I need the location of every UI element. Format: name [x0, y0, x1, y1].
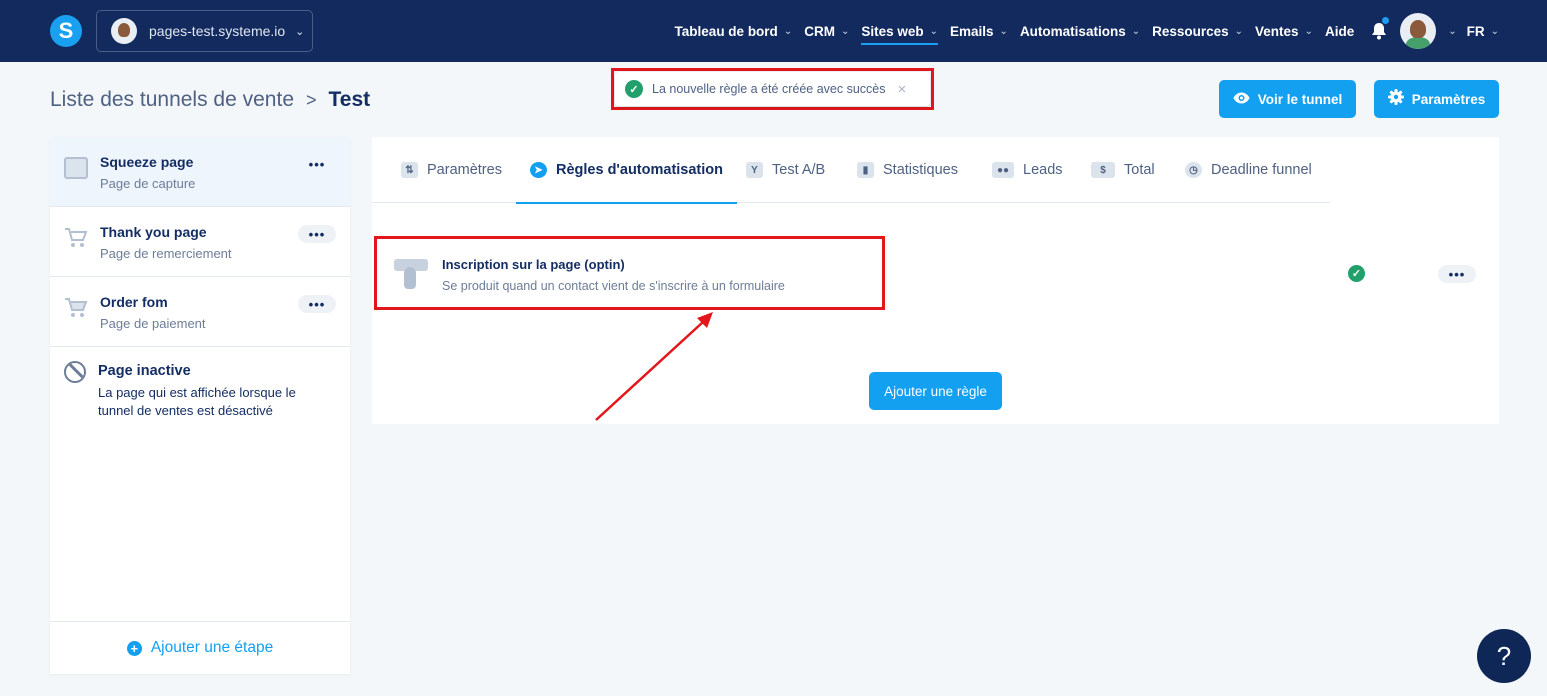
inactive-page-description: La page qui est affichée lorsque le tunn…	[98, 385, 296, 418]
site-selector[interactable]: pages-test.systeme.io ⌄	[96, 10, 313, 52]
people-icon: ●●	[992, 162, 1014, 178]
systeme-logo[interactable]: S	[50, 15, 82, 47]
step-thank-you-page[interactable]: Thank you page Page de remerciement •••	[50, 207, 350, 277]
bolt-icon: ➤	[530, 162, 547, 178]
gear-icon	[1387, 89, 1404, 109]
step-order-form[interactable]: Order fom Page de paiement •••	[50, 277, 350, 347]
tab-parametres[interactable]: ⇅ Paramètres	[401, 137, 502, 203]
breadcrumb: Liste des tunnels de vente > Test	[50, 88, 370, 112]
chevron-down-icon: ⌄	[1234, 25, 1244, 37]
check-circle-icon: ✓	[625, 80, 643, 98]
add-rule-button[interactable]: Ajouter une règle	[869, 372, 1002, 410]
step-menu-button[interactable]: •••	[298, 155, 336, 173]
chart-icon: ▮	[857, 162, 874, 178]
eye-icon	[1233, 91, 1250, 108]
add-step-button[interactable]: + Ajouter une étape	[50, 621, 350, 674]
help-chat-button[interactable]: ?	[1477, 629, 1531, 683]
cart-icon	[64, 297, 88, 319]
nav-ressources[interactable]: Ressources ⌄	[1152, 0, 1243, 62]
step-title: Squeeze page	[100, 154, 194, 170]
nav-tableau-de-bord[interactable]: Tableau de bord ⌄	[675, 0, 793, 62]
tab-statistiques[interactable]: ▮ Statistiques	[857, 137, 958, 203]
nav-automatisations[interactable]: Automatisations ⌄	[1020, 0, 1140, 62]
chevron-down-icon: ⌄	[1131, 25, 1141, 37]
step-subtitle: Page de capture	[100, 176, 196, 191]
funnel-detail-panel: ⇅ Paramètres ➤ Règles d'automatisation Y Te…	[372, 137, 1499, 424]
bell-icon[interactable]	[1368, 0, 1390, 62]
form-page-icon	[64, 157, 88, 179]
plus-circle-icon: +	[126, 640, 142, 656]
view-funnel-button[interactable]: Voir le tunnel	[1219, 80, 1356, 118]
step-subtitle: Page de remerciement	[100, 246, 232, 261]
tab-total[interactable]: $ Total	[1091, 137, 1155, 203]
step-subtitle: Page de paiement	[100, 316, 206, 331]
tab-test-ab[interactable]: Y Test A/B	[746, 137, 825, 203]
rule-highlight-box	[374, 236, 885, 310]
funnel-settings-button[interactable]: Paramètres	[1374, 80, 1499, 118]
tab-deadline-funnel[interactable]: ◷ Deadline funnel	[1185, 137, 1312, 203]
chevron-down-icon: ⌄	[999, 25, 1008, 37]
nav-ventes[interactable]: Ventes ⌄	[1255, 0, 1313, 62]
language-selector[interactable]: ⌄ FR ⌄	[1448, 0, 1499, 62]
step-title: Order fom	[100, 294, 168, 310]
main-nav: Tableau de bord ⌄ CRM ⌄ Sites web ⌄ Emails ⌄…	[663, 0, 1499, 62]
rule-description: Se produit quand un contact vient de s'i…	[442, 279, 785, 293]
clock-icon: ◷	[1185, 162, 1202, 178]
step-squeeze-page[interactable]: Squeeze page Page de capture •••	[50, 137, 350, 207]
tab-regles-automatisation[interactable]: ➤ Règles d'automatisation	[516, 137, 738, 204]
site-avatar	[111, 18, 137, 44]
rule-menu-button[interactable]: •••	[1438, 265, 1476, 283]
nav-aide[interactable]: Aide	[1325, 0, 1354, 62]
chevron-down-icon: ⌄	[295, 25, 305, 38]
breadcrumb-parent-link[interactable]: Liste des tunnels de vente	[50, 88, 294, 112]
chevron-down-icon: ⌄	[1490, 25, 1499, 37]
close-icon[interactable]: ×	[897, 81, 906, 98]
nav-sites-web[interactable]: Sites web ⌄	[861, 0, 938, 62]
step-title: Thank you page	[100, 224, 207, 240]
rule-active-check-icon: ✓	[1348, 265, 1365, 282]
nav-crm[interactable]: CRM ⌄	[804, 0, 849, 62]
nav-emails[interactable]: Emails ⌄	[950, 0, 1008, 62]
sliders-icon: ⇅	[401, 162, 418, 178]
chevron-down-icon: ⌄	[840, 25, 850, 37]
top-navbar: S pages-test.systeme.io ⌄ Tableau de bor…	[0, 0, 1547, 62]
split-icon: Y	[746, 162, 763, 178]
hand-click-icon	[392, 257, 428, 293]
inactive-page-title: Page inactive	[98, 363, 191, 379]
chevron-down-icon: ⌄	[1304, 25, 1313, 37]
step-menu-button[interactable]: •••	[298, 295, 336, 313]
toast-message: La nouvelle règle a été créée avec succè…	[652, 82, 886, 96]
funnel-steps-panel: Squeeze page Page de capture ••• Thank y…	[50, 137, 350, 674]
site-name: pages-test.systeme.io	[149, 23, 286, 39]
chevron-down-icon: ⌄	[783, 25, 793, 37]
ban-icon	[64, 361, 86, 383]
cart-check-icon	[64, 227, 88, 249]
chevron-down-icon: ⌄	[929, 25, 939, 37]
tab-leads[interactable]: ●● Leads	[992, 137, 1063, 203]
notification-dot	[1382, 17, 1390, 24]
page-title: Test	[328, 88, 371, 111]
success-toast: ✓ La nouvelle règle a été créée avec suc…	[615, 72, 930, 106]
chevron-down-icon: ⌄	[1448, 25, 1457, 37]
step-menu-button[interactable]: •••	[298, 225, 336, 243]
dollar-icon: $	[1091, 162, 1115, 178]
user-avatar[interactable]	[1400, 13, 1437, 49]
rule-title[interactable]: Inscription sur la page (optin)	[442, 257, 625, 272]
breadcrumb-separator: >	[306, 89, 317, 110]
tab-bar: ⇅ Paramètres ➤ Règles d'automatisation Y Te…	[372, 137, 1330, 204]
